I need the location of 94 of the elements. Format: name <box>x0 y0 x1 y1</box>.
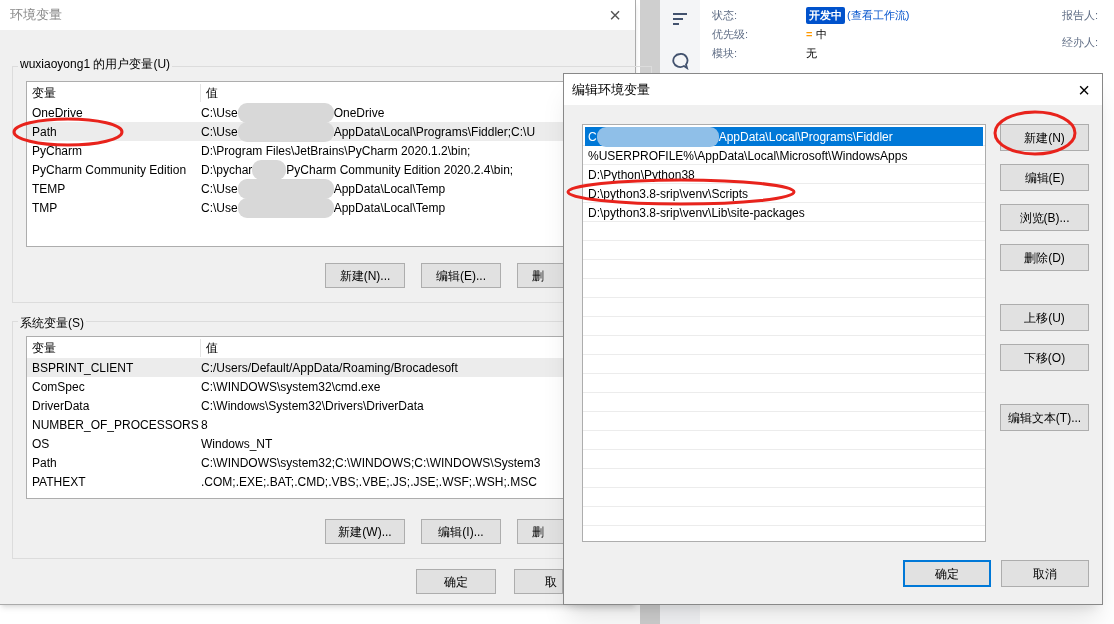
variable-row[interactable]: OS Windows_NT <box>27 434 563 453</box>
variable-name: PATHEXT <box>31 473 87 491</box>
variable-row[interactable]: NUMBER_OF_PROCESSORS 8 <box>27 415 563 434</box>
dialog-button[interactable]: 浏览(B)... <box>1000 204 1089 231</box>
window-title: 编辑环境变量 <box>572 80 650 99</box>
path-entry[interactable]: %USERPROFILE%\AppData\Local\Microsoft\WindowsApps <box>585 146 983 165</box>
value-text: AppData\Local\Programs\Fiddler <box>718 128 893 146</box>
dialog-button[interactable]: 取消 <box>1001 560 1089 587</box>
variable-name: ComSpec <box>31 378 86 396</box>
value-text: D:\Python\Python38 <box>588 166 695 184</box>
group-title: wuxiaoyong1 的用户变量(U) <box>18 55 173 73</box>
variable-name: Path <box>31 454 58 472</box>
value-text: AppData\Local\Programs\Fiddler;C:\U <box>333 123 536 141</box>
value-text: AppData\Local\Temp <box>333 180 446 198</box>
value-text: C:\WINDOWS\system32\cmd.exe <box>201 378 381 396</box>
variable-name: BSPRINT_CLIENT <box>31 359 135 377</box>
value-text: Windows_NT <box>201 435 273 453</box>
value-text: D:\python3.8-srip\venv\Lib\site-packages <box>588 204 805 222</box>
dialog-button[interactable]: 下移(O) <box>1000 344 1089 371</box>
column-header[interactable]: 变量 <box>27 83 201 102</box>
field-value: 中 <box>816 27 828 43</box>
close-button[interactable]: × <box>609 5 625 25</box>
value-text: C:/Users/Default/AppData/Roaming/Brocadesoft <box>201 359 458 377</box>
value-text: 8 <box>201 416 208 434</box>
variable-name: OneDrive <box>31 104 84 122</box>
field-label: 状态: <box>712 8 739 24</box>
variable-name: DriverData <box>31 397 91 415</box>
value-text: %USERPROFILE%\AppData\Local\Microsoft\WindowsApps <box>588 147 908 165</box>
variable-row[interactable]: PATHEXT .COM;.EXE;.BAT;.CMD;.VBS;.VBE;.JS;.JSE;.WSF;.WSH;.MSC <box>27 472 563 491</box>
close-button[interactable]: × <box>1078 79 1094 100</box>
group-title: 系统变量(S) <box>18 314 86 332</box>
variable-name: TMP <box>31 199 59 217</box>
variable-row[interactable]: BSPRINT_CLIENT C:/Users/Default/AppData/Roaming/Brocadesoft <box>27 358 563 377</box>
value-text: C:\Use <box>201 199 238 217</box>
dialog-button[interactable]: 新建(N) <box>1000 124 1089 151</box>
path-entry[interactable]: C AppData\Local\Programs\Fiddler <box>585 127 983 146</box>
variable-name: PyCharm <box>31 142 83 160</box>
variable-row[interactable]: DriverData C:\Windows\System32\Drivers\DriverData <box>27 396 563 415</box>
variable-row[interactable]: OneDrive C:\Use OneDrive <box>27 103 563 122</box>
field-label: 模块: <box>712 46 739 62</box>
dialog-button[interactable]: 新建(N)... <box>325 263 405 288</box>
dialog-button[interactable]: 删 <box>517 263 564 288</box>
dialog-button[interactable]: 上移(U) <box>1000 304 1089 331</box>
dialog-button[interactable]: 编辑文本(T)... <box>1000 404 1089 431</box>
field-label: 报告人: <box>1062 8 1099 23</box>
dialog-button[interactable]: 新建(W)... <box>325 519 405 544</box>
field-value: 无 <box>806 46 817 62</box>
status-badge[interactable]: 开发中 <box>806 7 845 24</box>
variable-row[interactable]: TMP C:\Use AppData\Local\Temp <box>27 198 563 217</box>
value-text: AppData\Local\Temp <box>333 199 446 217</box>
value-text: C <box>588 128 597 146</box>
window-title: 环境变量 <box>10 6 62 25</box>
value-text: C:\Use <box>201 104 238 122</box>
dialog-button[interactable]: 删 <box>517 519 564 544</box>
variable-row[interactable]: PyCharm D:\Program Files\JetBrains\PyCharm 2020.1.2\bin; <box>27 141 563 160</box>
column-header[interactable]: 变量 <box>27 338 201 357</box>
dialog-button[interactable]: 取 <box>514 569 563 594</box>
variable-name: OS <box>31 435 51 453</box>
value-text: D:\Program Files\JetBrains\PyCharm 2020.1.2\bin; <box>201 142 471 160</box>
comment-icon[interactable] <box>671 52 689 70</box>
variable-row[interactable]: ComSpec C:\WINDOWS\system32\cmd.exe <box>27 377 563 396</box>
variable-row[interactable]: TEMP C:\Use AppData\Local\Temp <box>27 179 563 198</box>
value-text: C:\Windows\System32\Drivers\DriverData <box>201 397 424 415</box>
priority-icon: = <box>806 26 813 43</box>
path-entry[interactable]: D:\Python\Python38 <box>585 165 983 184</box>
variable-name: PyCharm Community Edition <box>31 161 188 179</box>
path-entry[interactable]: D:\python3.8-srip\venv\Scripts <box>585 184 983 203</box>
workflow-link[interactable]: (查看工作流) <box>847 7 910 24</box>
dialog-button[interactable]: 编辑(E)... <box>421 263 501 288</box>
variable-name: Path <box>31 123 58 141</box>
value-text: D:\pychar <box>201 161 253 179</box>
dialog-button[interactable]: 确定 <box>903 560 991 587</box>
value-text: C:\WINDOWS\system32;C:\WINDOWS;C:\WINDOWS\System3 <box>201 454 541 472</box>
value-text: OneDrive <box>333 104 385 122</box>
column-header[interactable]: 值 <box>201 83 218 102</box>
variable-name: NUMBER_OF_PROCESSORS <box>31 416 200 434</box>
column-header[interactable]: 值 <box>201 338 218 357</box>
dialog-button[interactable]: 确定 <box>416 569 496 594</box>
value-text: PyCharm Community Edition 2020.2.4\bin; <box>286 161 514 179</box>
value-text: .COM;.EXE;.BAT;.CMD;.VBS;.VBE;.JS;.JSE;.WSF;.WSH;.MSC <box>201 473 537 491</box>
dialog-button[interactable]: 编辑(I)... <box>421 519 501 544</box>
path-entry[interactable]: D:\python3.8-srip\venv\Lib\site-packages <box>585 203 983 222</box>
variable-row[interactable]: Path C:\WINDOWS\system32;C:\WINDOWS;C:\WINDOWS\System3 <box>27 453 563 472</box>
value-text: C:\Use <box>201 123 238 141</box>
dialog-button[interactable]: 编辑(E) <box>1000 164 1089 191</box>
variable-row[interactable]: PyCharm Community Edition D:\pychar PyCharm Community Edition 2020.2.4\bin; <box>27 160 563 179</box>
variable-name: TEMP <box>31 180 67 198</box>
sort-icon[interactable] <box>672 12 688 26</box>
field-label: 经办人: <box>1062 34 1099 50</box>
dialog-button[interactable]: 删除(D) <box>1000 244 1089 271</box>
field-label: 优先级: <box>712 27 750 43</box>
variable-row[interactable]: Path C:\Use AppData\Local\Programs\Fiddler;C:\U <box>27 122 563 141</box>
value-text: D:\python3.8-srip\venv\Scripts <box>588 185 749 203</box>
value-text: C:\Use <box>201 180 238 198</box>
